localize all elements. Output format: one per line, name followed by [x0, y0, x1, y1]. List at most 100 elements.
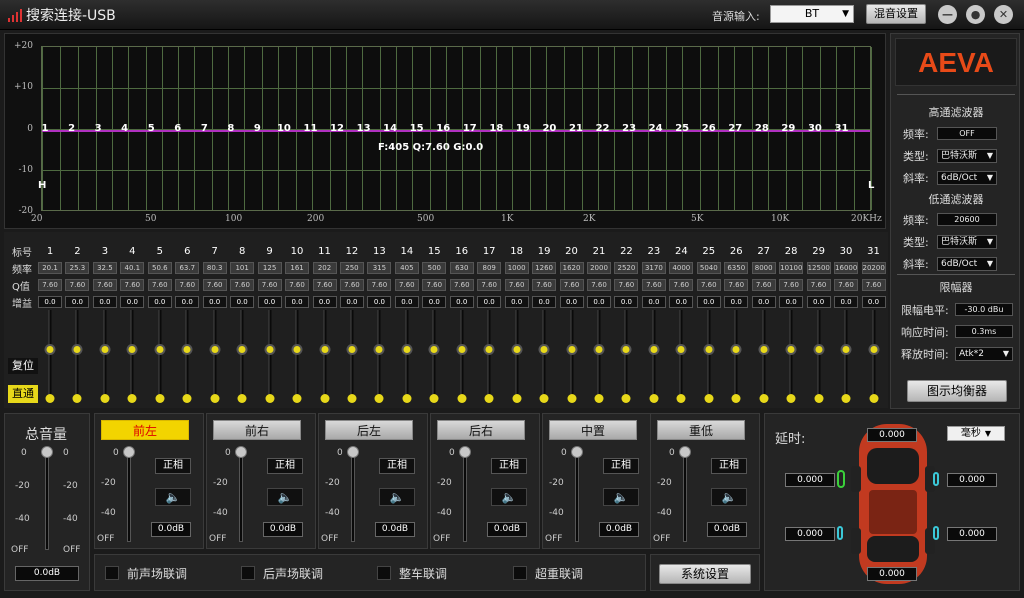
band-bypass-indicator[interactable] — [347, 394, 357, 403]
band-gain-knob[interactable] — [566, 344, 578, 355]
band-gain-knob[interactable] — [181, 344, 193, 355]
band-q-field[interactable]: 7.60 — [38, 279, 62, 291]
graph-band-marker[interactable]: 5 — [148, 123, 155, 134]
band-q-field[interactable]: 7.60 — [422, 279, 447, 291]
channel-volume-track[interactable] — [463, 450, 467, 542]
master-volume-value[interactable]: 0.0dB — [15, 566, 79, 581]
band-freq-field[interactable]: 1260 — [532, 262, 557, 274]
band-gain-slider[interactable] — [624, 310, 628, 402]
band-q-field[interactable]: 7.60 — [339, 279, 364, 291]
hp-marker[interactable]: H — [38, 180, 46, 191]
master-volume-track[interactable] — [45, 452, 49, 550]
lim-level-field[interactable]: -30.0 dBu — [955, 303, 1013, 316]
band-freq-field[interactable]: 6350 — [724, 262, 749, 274]
band-gain-field[interactable]: 0.0 — [65, 296, 90, 308]
band-freq-field[interactable]: 16000 — [834, 262, 859, 274]
band-bypass-indicator[interactable] — [567, 394, 577, 403]
band-bypass-indicator[interactable] — [649, 394, 659, 403]
delay-center-field[interactable]: 0.000 — [867, 428, 917, 442]
lp-marker[interactable]: L — [868, 180, 874, 191]
band-gain-knob[interactable] — [456, 344, 468, 355]
band-q-field[interactable]: 7.60 — [779, 279, 804, 291]
band-gain-field[interactable]: 0.0 — [38, 296, 62, 308]
band-freq-field[interactable]: 40.1 — [120, 262, 145, 274]
speaker-rear-right-icon[interactable] — [933, 526, 939, 540]
band-gain-field[interactable]: 0.0 — [587, 296, 611, 308]
band-gain-slider[interactable] — [213, 310, 217, 402]
band-gain-slider[interactable] — [789, 310, 793, 402]
graph-band-marker[interactable]: 27 — [728, 123, 742, 134]
graph-band-marker[interactable]: 29 — [781, 123, 795, 134]
band-gain-knob[interactable] — [99, 344, 111, 355]
band-bypass-indicator[interactable] — [621, 394, 631, 403]
band-gain-field[interactable]: 0.0 — [834, 296, 859, 308]
band-q-field[interactable]: 7.60 — [120, 279, 145, 291]
band-freq-field[interactable]: 10100 — [779, 262, 804, 274]
band-bypass-indicator[interactable] — [731, 394, 741, 403]
band-bypass-indicator[interactable] — [100, 394, 110, 403]
band-bypass-indicator[interactable] — [265, 394, 275, 403]
band-bypass-indicator[interactable] — [676, 394, 686, 403]
close-icon[interactable]: ✕ — [994, 5, 1013, 24]
band-freq-field[interactable]: 405 — [394, 262, 419, 274]
band-q-field[interactable]: 7.60 — [285, 279, 310, 291]
band-bypass-indicator[interactable] — [320, 394, 329, 403]
band-q-field[interactable]: 7.60 — [641, 279, 666, 291]
band-q-field[interactable]: 7.60 — [861, 279, 886, 291]
band-freq-field[interactable]: 125 — [257, 262, 282, 274]
channel-volume-knob[interactable] — [571, 446, 583, 458]
band-freq-field[interactable]: 161 — [285, 262, 310, 274]
channel-db-value[interactable]: 0.0dB — [375, 522, 415, 537]
band-gain-knob[interactable] — [319, 344, 330, 355]
band-gain-field[interactable]: 0.0 — [175, 296, 200, 308]
speaker-front-right-icon[interactable] — [933, 472, 939, 486]
speaker-rear-left-icon[interactable] — [837, 526, 843, 540]
channel-name-button[interactable]: 中置 — [549, 420, 637, 440]
band-freq-field[interactable]: 630 — [449, 262, 474, 274]
graph-band-marker[interactable]: 26 — [702, 123, 716, 134]
band-gain-knob[interactable] — [840, 344, 852, 355]
band-q-field[interactable]: 7.60 — [532, 279, 557, 291]
graph-band-marker[interactable]: 31 — [835, 123, 849, 134]
graph-band-marker[interactable]: 20 — [542, 123, 556, 134]
band-gain-field[interactable]: 0.0 — [669, 296, 694, 308]
band-q-field[interactable]: 7.60 — [669, 279, 694, 291]
channel-name-button[interactable]: 前右 — [213, 420, 301, 440]
band-gain-slider[interactable] — [487, 310, 491, 402]
band-gain-field[interactable]: 0.0 — [806, 296, 831, 308]
phase-button[interactable]: 正相 — [491, 458, 527, 474]
band-gain-knob[interactable] — [154, 344, 166, 355]
graphic-eq-button[interactable]: 图示均衡器 — [907, 380, 1007, 402]
reset-button[interactable]: 复位 — [8, 358, 38, 374]
band-bypass-indicator[interactable] — [841, 394, 851, 403]
band-bypass-indicator[interactable] — [457, 394, 467, 403]
channel-db-value[interactable]: 0.0dB — [151, 522, 191, 537]
channel-volume-track[interactable] — [575, 450, 579, 542]
graph-band-marker[interactable]: 3 — [95, 123, 102, 134]
band-bypass-indicator[interactable] — [402, 394, 412, 403]
channel-name-button[interactable]: 后左 — [325, 420, 413, 440]
band-freq-field[interactable]: 500 — [422, 262, 447, 274]
band-gain-field[interactable]: 0.0 — [779, 296, 804, 308]
channel-name-button[interactable]: 后右 — [437, 420, 525, 440]
band-gain-slider[interactable] — [432, 310, 436, 402]
band-freq-field[interactable]: 3170 — [641, 262, 666, 274]
band-gain-knob[interactable] — [648, 344, 660, 355]
band-q-field[interactable]: 7.60 — [806, 279, 831, 291]
channel-volume-track[interactable] — [127, 450, 131, 542]
band-gain-knob[interactable] — [758, 344, 770, 355]
band-gain-knob[interactable] — [71, 344, 83, 355]
band-freq-field[interactable]: 202 — [312, 262, 337, 274]
link-sub-checkbox[interactable] — [513, 566, 527, 580]
graph-band-marker[interactable]: 15 — [410, 123, 424, 134]
band-gain-slider[interactable] — [597, 310, 601, 402]
band-freq-field[interactable]: 101 — [230, 262, 255, 274]
graph-band-marker[interactable]: 11 — [304, 123, 318, 134]
phase-button[interactable]: 正相 — [155, 458, 191, 474]
band-bypass-indicator[interactable] — [704, 394, 714, 403]
band-freq-field[interactable]: 12500 — [806, 262, 831, 274]
band-freq-field[interactable]: 63.7 — [175, 262, 200, 274]
band-q-field[interactable]: 7.60 — [175, 279, 200, 291]
delay-front-right-field[interactable]: 0.000 — [947, 473, 997, 487]
channel-volume-knob[interactable] — [679, 446, 691, 458]
